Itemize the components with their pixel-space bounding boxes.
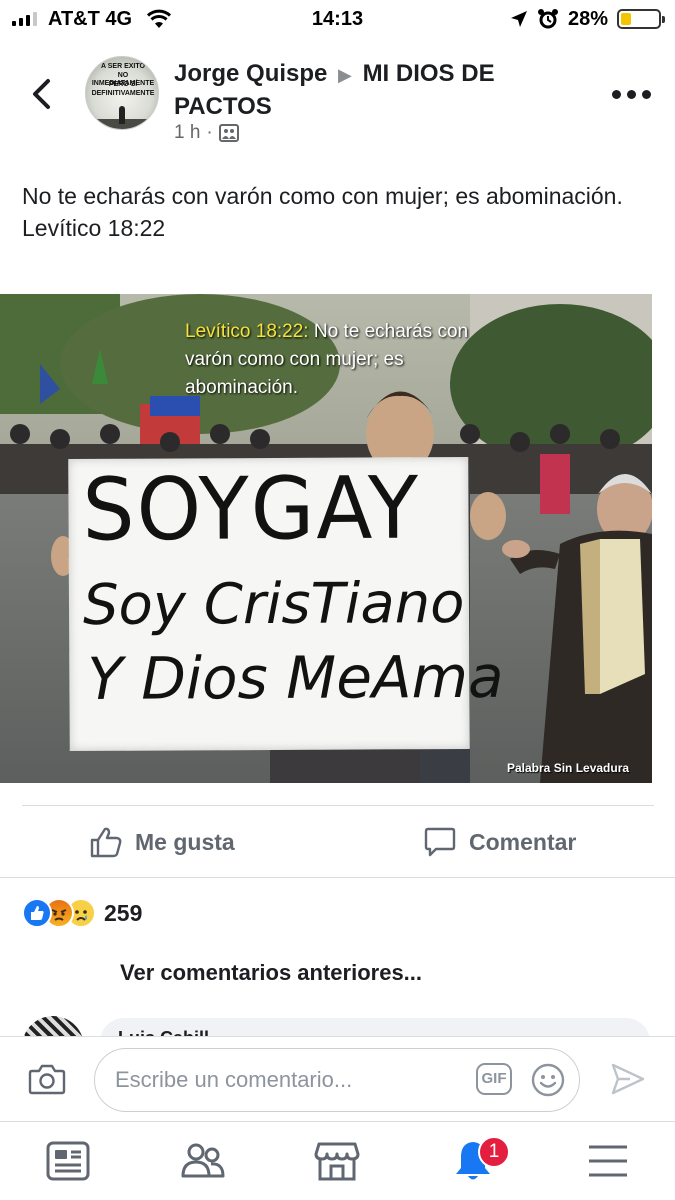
comment-bubble-icon	[424, 827, 456, 857]
comment-input[interactable]	[115, 1061, 465, 1099]
overlay-reference: Levítico 18:22:	[185, 321, 309, 342]
sign-line-3: Y Dios MeAma	[87, 642, 504, 713]
comment-button[interactable]: Comentar	[423, 822, 576, 862]
battery-icon	[617, 9, 665, 29]
tab-marketplace[interactable]	[314, 1138, 360, 1184]
tab-news-feed[interactable]	[45, 1138, 91, 1184]
group-audience-icon	[218, 124, 239, 142]
battery-percent: 28%	[568, 8, 609, 30]
emoji-icon[interactable]	[530, 1062, 566, 1098]
like-button[interactable]: Me gusta	[89, 822, 235, 862]
camera-icon[interactable]	[28, 1062, 66, 1096]
tab-friends[interactable]	[180, 1138, 226, 1184]
comment-label: Comentar	[469, 828, 577, 855]
protest-sign: SOYGAY Soy CrisTiano Y Dios MeAma	[68, 456, 504, 752]
more-options-button[interactable]	[612, 90, 652, 100]
sign-line-1: SOYGAY	[82, 458, 421, 561]
author-avatar[interactable]: A SER EXITO NO INMEDIATAMENTE PERO SÍ DE…	[85, 56, 159, 130]
photo-overlay-caption: Levítico 18:22: No te echarás con varón …	[185, 318, 515, 402]
send-icon[interactable]	[610, 1062, 646, 1096]
post-time[interactable]: 1 h	[174, 122, 200, 144]
news-feed-icon	[46, 1141, 90, 1181]
friends-icon	[181, 1143, 225, 1178]
sign-line-2: Soy CrisTiano	[82, 570, 465, 638]
post-header-title: Jorge Quispe ▶ MI DIOS DE PACTOS	[174, 58, 574, 122]
like-label: Me gusta	[135, 828, 235, 855]
notification-badge: 1	[478, 1136, 510, 1168]
post-meta: 1 h ·	[174, 122, 239, 144]
share-arrow-icon: ▶	[338, 65, 352, 85]
gif-button[interactable]: GIF	[476, 1063, 512, 1095]
divider	[22, 805, 654, 806]
meta-separator: ·	[206, 122, 213, 143]
like-reaction-icon	[22, 898, 52, 928]
view-previous-comments-link[interactable]: Ver comentarios anteriores...	[120, 960, 422, 986]
author-name[interactable]: Jorge Quispe	[174, 60, 327, 87]
divider	[0, 877, 675, 878]
avatar-text: PERO SÍ	[108, 81, 138, 88]
avatar-text: A SER EXITO	[101, 63, 145, 70]
alarm-icon	[538, 9, 558, 29]
thumbs-up-icon	[90, 827, 122, 858]
location-arrow-icon	[511, 11, 527, 27]
avatar-text: DEFINITIVAMENTE	[91, 90, 155, 97]
photo-watermark: Palabra Sin Levadura	[507, 761, 630, 775]
status-bar: AT&T 4G 14:13 28%	[0, 0, 675, 40]
back-chevron-icon[interactable]	[28, 77, 54, 111]
reactions-summary[interactable]: 259	[22, 898, 142, 928]
post-text: No te echarás con varón como con mujer; …	[22, 183, 623, 241]
hamburger-menu-icon	[589, 1145, 627, 1177]
reaction-count: 259	[104, 899, 143, 926]
tab-menu[interactable]	[585, 1138, 631, 1184]
marketplace-icon	[314, 1142, 360, 1181]
